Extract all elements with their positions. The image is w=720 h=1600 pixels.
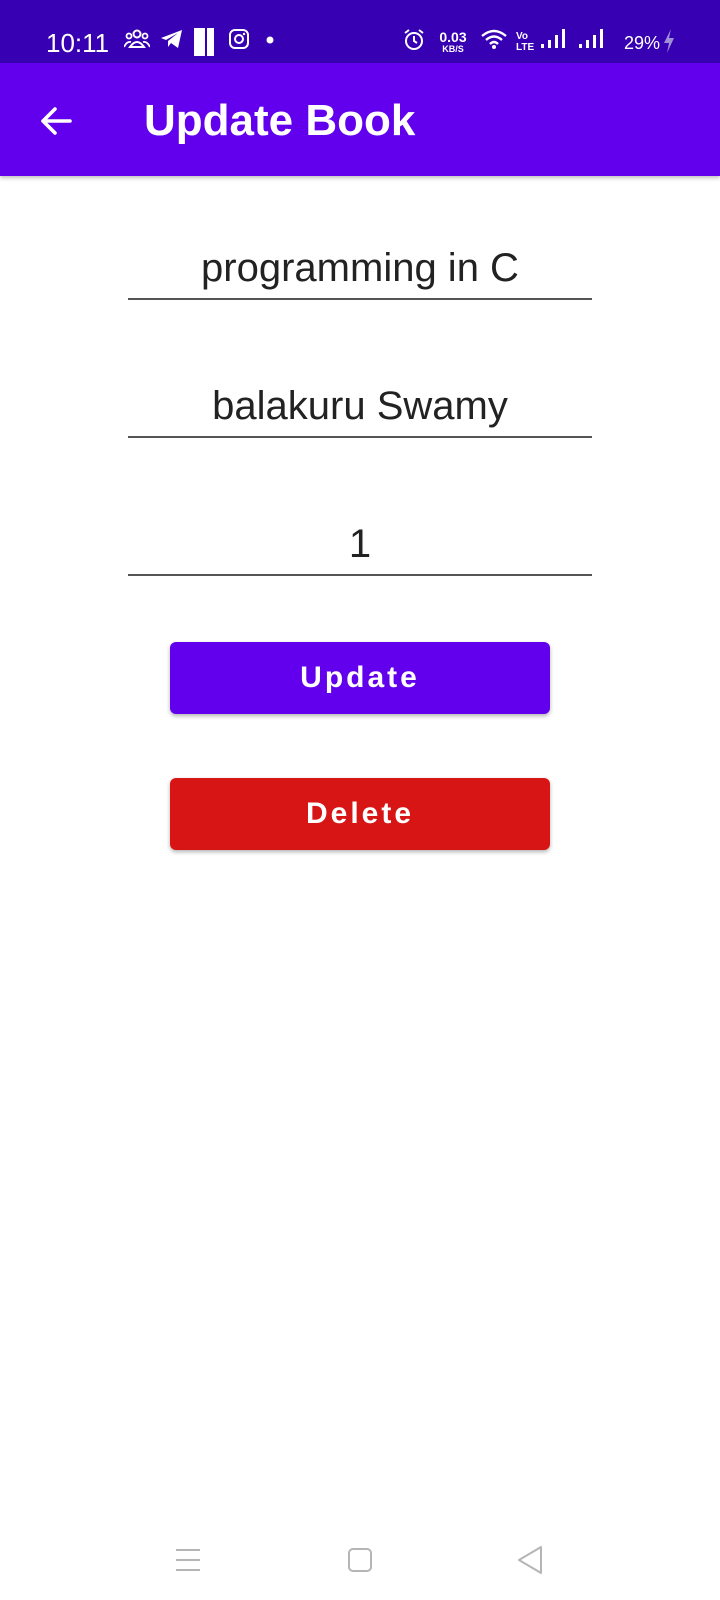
volte-line1: Vo	[516, 31, 529, 42]
menu-icon	[176, 1549, 200, 1571]
app-notification-icon	[194, 28, 214, 56]
delete-button[interactable]: Delete	[170, 778, 550, 850]
arrow-back-icon	[41, 107, 72, 135]
recent-apps-button[interactable]	[128, 1520, 248, 1600]
system-navigation-bar	[0, 1520, 720, 1600]
book-author-input[interactable]	[128, 368, 592, 436]
update-button[interactable]: Update	[170, 642, 550, 714]
volte-line2: LTE	[516, 42, 535, 53]
signal-strength-icon	[579, 29, 603, 48]
network-speed-unit: KB/S	[442, 44, 464, 54]
back-triangle-icon	[518, 1546, 542, 1574]
page-title: Update Book	[144, 96, 416, 145]
status-bar: 10:11 0.03 KB/S Vo LTE 29%	[0, 0, 720, 63]
back-button[interactable]	[24, 89, 88, 153]
book-title-input[interactable]	[128, 230, 592, 298]
home-button[interactable]	[300, 1520, 420, 1600]
book-quantity-field	[128, 506, 592, 576]
network-speed-value: 0.03	[439, 29, 467, 45]
group-icon	[124, 29, 150, 48]
alarm-icon	[404, 29, 424, 50]
book-author-field	[128, 368, 592, 438]
telegram-icon	[161, 30, 182, 48]
instagram-icon	[229, 29, 249, 49]
status-time: 10:11	[46, 28, 110, 58]
signal-strength-icon	[541, 29, 565, 48]
system-back-button[interactable]	[470, 1520, 590, 1600]
charging-icon	[664, 29, 674, 53]
home-square-icon	[348, 1548, 372, 1572]
volte-indicator: Vo LTE	[516, 31, 534, 53]
book-quantity-input[interactable]	[128, 506, 592, 574]
wifi-icon	[481, 29, 507, 49]
more-notifications-dot-icon	[266, 36, 274, 44]
network-speed: 0.03 KB/S	[436, 30, 470, 54]
book-title-field	[128, 230, 592, 300]
battery-percentage: 29%	[624, 33, 661, 53]
app-bar: Update Book	[0, 63, 720, 176]
